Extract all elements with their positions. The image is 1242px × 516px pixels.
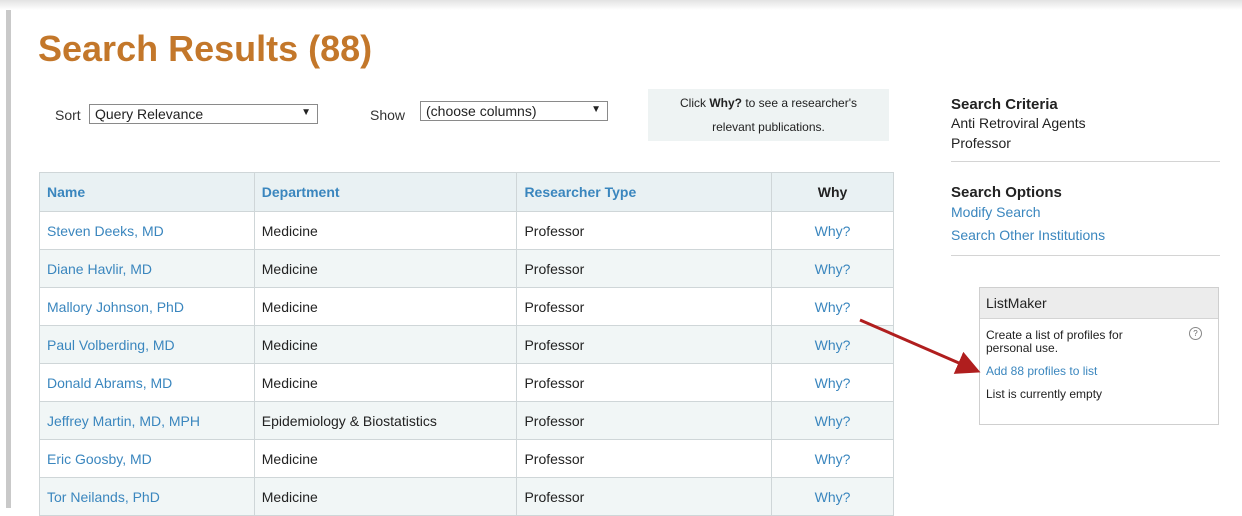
researcher-type-cell: Professor [516, 439, 773, 478]
department-cell: Medicine [253, 249, 518, 288]
sort-select[interactable]: Query Relevance ▼ [89, 104, 318, 124]
sort-select-value: Query Relevance [95, 106, 204, 122]
why-tip-line1: Click Why? to see a researcher's [648, 91, 889, 115]
department-cell: Epidemiology & Biostatistics [253, 401, 518, 440]
researcher-name-link[interactable]: Eric Goosby, MD [47, 451, 152, 467]
researcher-name-link[interactable]: Steven Deeks, MD [47, 223, 164, 239]
department-cell: Medicine [253, 477, 518, 516]
table-row: Jeffrey Martin, MD, MPH Epidemiology & B… [39, 401, 894, 440]
researcher-type-cell: Professor [516, 477, 773, 516]
department-cell: Medicine [253, 211, 518, 250]
why-link[interactable]: Why? [815, 261, 851, 277]
show-columns-select[interactable]: (choose columns) ▼ [420, 101, 608, 121]
researcher-type-cell: Professor [516, 211, 773, 250]
list-status: List is currently empty [986, 387, 1103, 401]
show-select-value: (choose columns) [426, 103, 537, 119]
listmaker-title: ListMaker [980, 288, 1218, 319]
table-row: Steven Deeks, MD Medicine Professor Why? [39, 211, 894, 250]
divider [951, 161, 1220, 162]
table-header-row: Name Department Researcher Type Why [39, 172, 894, 212]
table-row: Mallory Johnson, PhD Medicine Professor … [39, 287, 894, 326]
search-criteria-heading: Search Criteria [951, 96, 1058, 113]
tip-prefix: Click [679, 96, 710, 110]
divider [951, 255, 1220, 256]
column-header-department[interactable]: Department [253, 172, 518, 212]
researcher-name-link[interactable]: Paul Volberding, MD [47, 337, 175, 353]
column-header-why: Why [771, 172, 894, 212]
listmaker-body: Create a list of profiles for personal u… [980, 319, 1218, 411]
question-circle-icon[interactable]: ? [1189, 327, 1202, 340]
why-link[interactable]: Why? [815, 375, 851, 391]
researcher-type-cell: Professor [516, 401, 773, 440]
sort-label: Sort [55, 107, 81, 123]
researcher-name-link[interactable]: Diane Havlir, MD [47, 261, 152, 277]
results-table: Name Department Researcher Type Why Stev… [39, 172, 894, 516]
department-cell: Medicine [253, 325, 518, 364]
researcher-type-cell: Professor [516, 325, 773, 364]
tip-bold: Why? [709, 96, 742, 110]
why-link[interactable]: Why? [815, 299, 851, 315]
dropdown-arrow-icon: ▼ [591, 104, 601, 115]
search-options-heading: Search Options [951, 184, 1062, 201]
department-cell: Medicine [253, 363, 518, 402]
sidebar: Search Criteria Anti Retroviral Agents P… [951, 96, 1221, 256]
tip-suffix: to see a researcher's [742, 96, 858, 110]
column-header-researcher-type[interactable]: Researcher Type [516, 172, 773, 212]
criteria-item: Professor [951, 135, 1011, 151]
page-title: Search Results (88) [38, 28, 373, 69]
left-border [6, 10, 11, 508]
top-shadow [0, 0, 1242, 10]
why-tip-box: Click Why? to see a researcher's relevan… [648, 89, 889, 141]
criteria-item: Anti Retroviral Agents [951, 115, 1086, 131]
table-row: Eric Goosby, MD Medicine Professor Why? [39, 439, 894, 478]
department-cell: Medicine [253, 287, 518, 326]
researcher-type-cell: Professor [516, 249, 773, 288]
researcher-name-link[interactable]: Jeffrey Martin, MD, MPH [47, 413, 200, 429]
add-profiles-to-list-link[interactable]: Add 88 profiles to list [986, 364, 1212, 378]
show-label: Show [370, 107, 406, 123]
researcher-name-link[interactable]: Mallory Johnson, PhD [47, 299, 184, 315]
table-row: Paul Volberding, MD Medicine Professor W… [39, 325, 894, 364]
table-row: Donald Abrams, MD Medicine Professor Why… [39, 363, 894, 402]
table-row: Diane Havlir, MD Medicine Professor Why? [39, 249, 894, 288]
researcher-name-link[interactable]: Tor Neilands, PhD [47, 489, 160, 505]
why-link[interactable]: Why? [815, 337, 851, 353]
why-link[interactable]: Why? [815, 223, 851, 239]
column-header-name[interactable]: Name [39, 172, 255, 212]
listmaker-description: Create a list of profiles for personal u… [986, 328, 1123, 355]
why-link[interactable]: Why? [815, 451, 851, 467]
modify-search-link[interactable]: Modify Search [951, 201, 1221, 224]
table-row: Tor Neilands, PhD Medicine Professor Why… [39, 477, 894, 516]
search-other-institutions-link[interactable]: Search Other Institutions [951, 224, 1221, 247]
department-cell: Medicine [253, 439, 518, 478]
researcher-type-cell: Professor [516, 287, 773, 326]
listmaker-panel: ListMaker Create a list of profiles for … [979, 287, 1219, 425]
researcher-type-cell: Professor [516, 363, 773, 402]
dropdown-arrow-icon: ▼ [301, 107, 311, 118]
why-tip-line2: relevant publications. [712, 120, 825, 134]
why-link[interactable]: Why? [815, 489, 851, 505]
researcher-name-link[interactable]: Donald Abrams, MD [47, 375, 172, 391]
why-link[interactable]: Why? [815, 413, 851, 429]
